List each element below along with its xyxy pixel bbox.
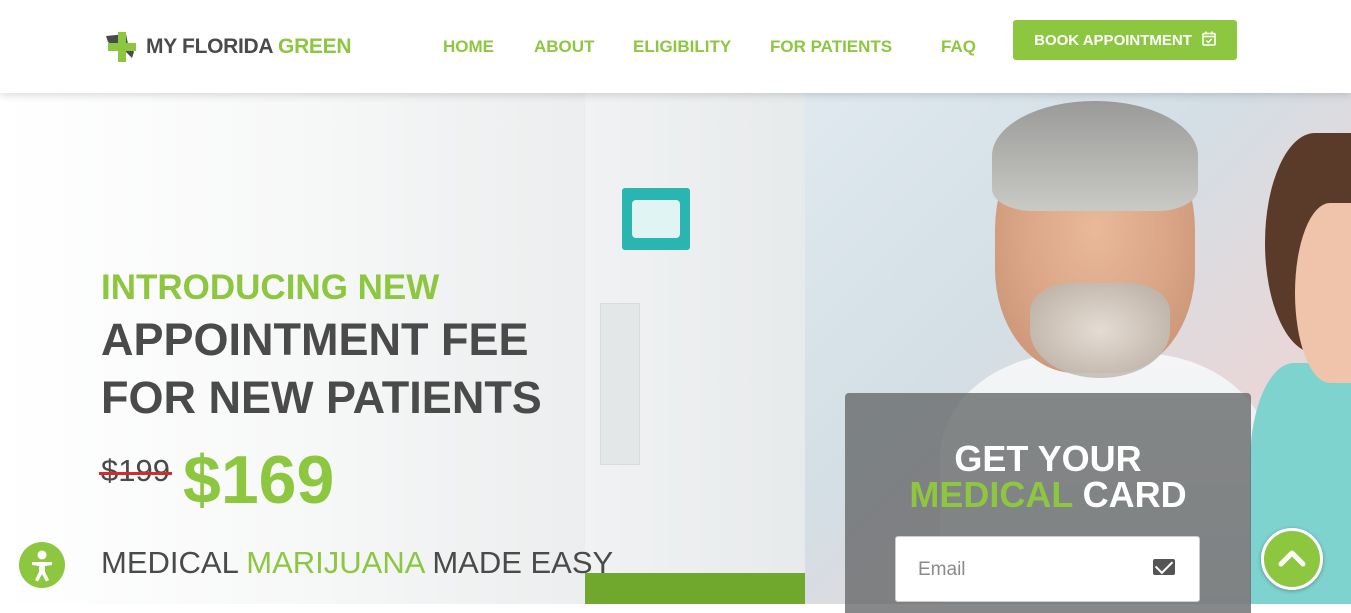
nav-about[interactable]: ABOUT bbox=[534, 37, 594, 57]
book-appointment-label: BOOK APPOINTMENT bbox=[1034, 31, 1192, 49]
chevron-up-icon bbox=[1278, 550, 1306, 567]
doctor-photo-beard bbox=[1030, 283, 1170, 378]
calendar-check-icon bbox=[1202, 31, 1216, 50]
tagline-part3: MADE EASY bbox=[423, 545, 614, 580]
nav-faq[interactable]: FAQ bbox=[941, 37, 976, 57]
old-price: $199 bbox=[99, 453, 172, 488]
logo-text-dark: MY FLORIDA bbox=[146, 35, 279, 58]
wall-sign-image bbox=[622, 188, 690, 250]
logo[interactable]: MY FLORIDA GREEN bbox=[104, 30, 352, 64]
logo-text-green: GREEN bbox=[278, 35, 352, 58]
hero-intro: INTRODUCING NEW bbox=[101, 268, 440, 307]
scroll-to-top-button[interactable] bbox=[1261, 528, 1323, 590]
hero-tagline: MEDICAL MARIJUANA MADE EASY bbox=[101, 545, 613, 581]
email-field-wrapper bbox=[895, 536, 1200, 603]
medical-card-form: GET YOUR MEDICAL CARD bbox=[845, 393, 1251, 613]
card-title-line2: MEDICAL CARD bbox=[845, 477, 1251, 513]
doctor-photo-hair bbox=[992, 101, 1198, 211]
hero-headline-line2: FOR NEW PATIENTS bbox=[101, 372, 542, 423]
accessibility-icon bbox=[32, 550, 52, 582]
accessibility-button[interactable] bbox=[19, 542, 65, 588]
hero-headline-line1: APPOINTMENT FEE bbox=[101, 314, 529, 365]
logo-text: MY FLORIDA GREEN bbox=[146, 35, 352, 59]
email-input[interactable] bbox=[896, 537, 1160, 603]
tagline-highlight: MARIJUANA bbox=[246, 545, 424, 580]
envelope-icon bbox=[1153, 559, 1175, 575]
card-title-highlight: MEDICAL bbox=[909, 474, 1073, 515]
card-title-line1: GET YOUR bbox=[954, 438, 1142, 479]
nav-for-patients[interactable]: FOR PATIENTS bbox=[770, 37, 892, 57]
tagline-part1: MEDICAL bbox=[101, 545, 247, 580]
nav-eligibility[interactable]: ELIGIBILITY bbox=[633, 37, 731, 57]
hero-headline: APPOINTMENT FEE FOR NEW PATIENTS bbox=[101, 311, 542, 427]
book-appointment-button[interactable]: BOOK APPOINTMENT bbox=[1013, 20, 1237, 60]
logo-mark-icon bbox=[104, 30, 138, 64]
wall-panel-image bbox=[600, 303, 640, 465]
card-title-rest: CARD bbox=[1072, 474, 1187, 515]
nav-home[interactable]: HOME bbox=[443, 37, 494, 57]
new-price: $169 bbox=[183, 442, 335, 518]
site-header: MY FLORIDA GREEN HOME ABOUT ELIGIBILITY … bbox=[0, 0, 1351, 93]
card-title: GET YOUR MEDICAL CARD bbox=[845, 441, 1251, 513]
